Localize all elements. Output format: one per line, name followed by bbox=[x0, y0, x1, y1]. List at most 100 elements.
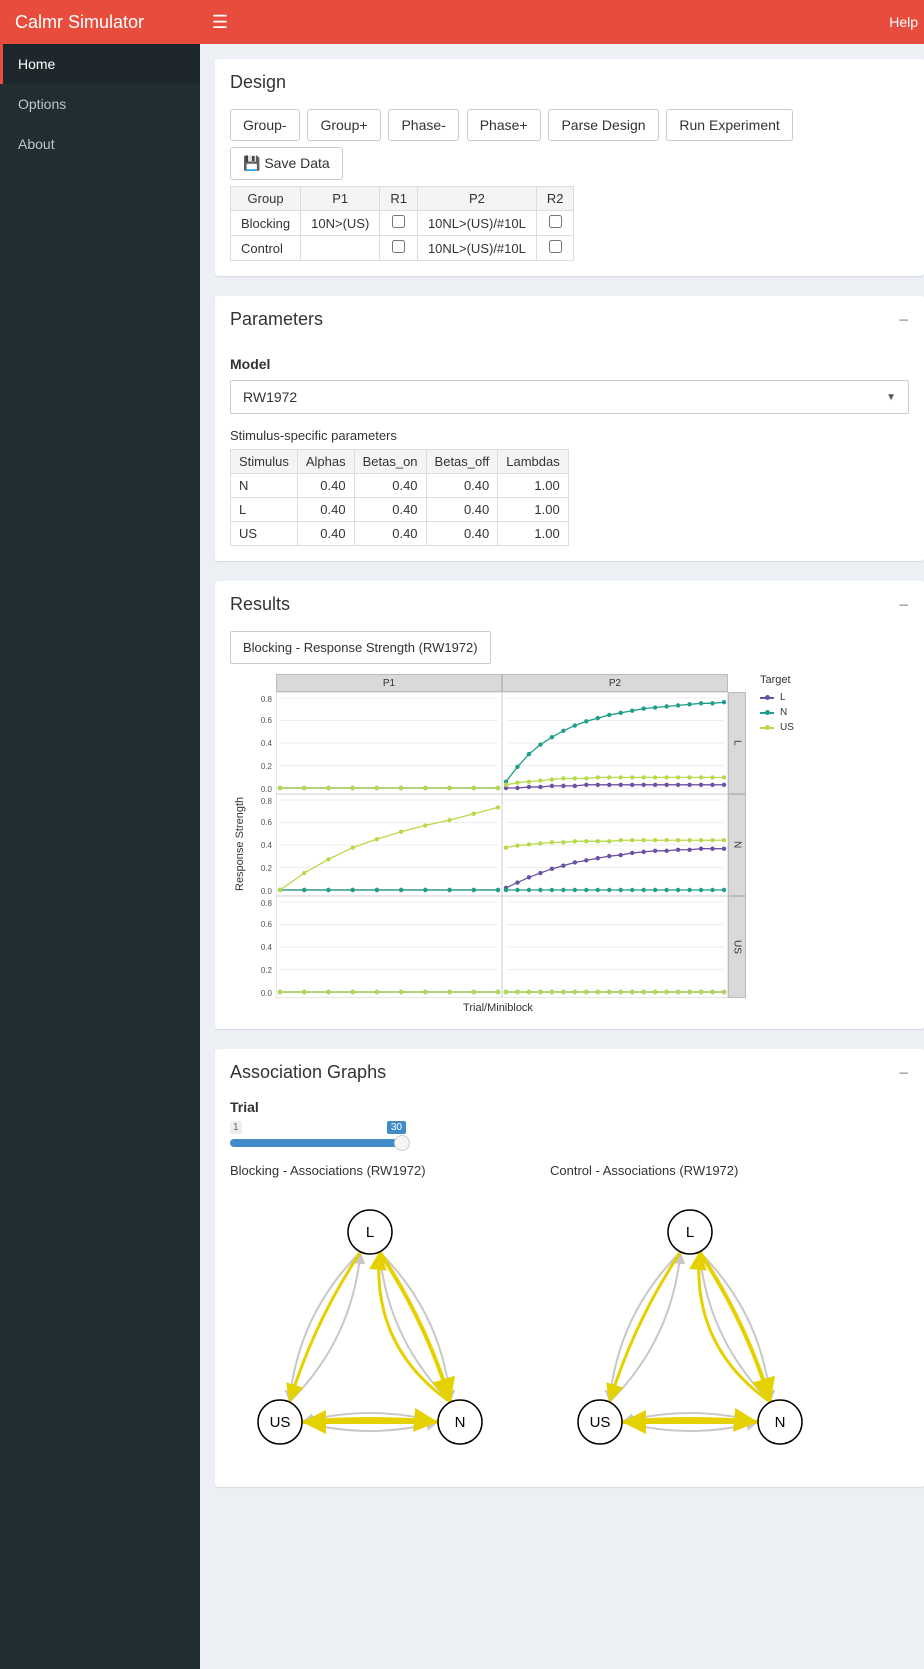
chart-panel bbox=[502, 692, 728, 794]
parse-design-button[interactable]: Parse Design bbox=[548, 109, 658, 141]
lambda-cell[interactable]: 1.00 bbox=[498, 474, 568, 498]
beta-on-cell[interactable]: 0.40 bbox=[354, 498, 426, 522]
phase-plus-button[interactable]: Phase+ bbox=[467, 109, 541, 141]
lambda-cell[interactable]: 1.00 bbox=[498, 522, 568, 546]
beta-on-cell[interactable]: 0.40 bbox=[354, 474, 426, 498]
table-row: Blocking 10N>(US) 10NL>(US)/#10L bbox=[231, 211, 574, 236]
design-title: Design bbox=[230, 72, 286, 93]
chart-panel bbox=[276, 794, 502, 896]
model-value: RW1972 bbox=[243, 389, 297, 405]
beta-on-cell[interactable]: 0.40 bbox=[354, 522, 426, 546]
topbar: Calmr Simulator ☰ Help bbox=[0, 0, 924, 44]
sidebar-item-home[interactable]: Home bbox=[0, 44, 200, 84]
svg-text:0.4: 0.4 bbox=[261, 943, 273, 952]
p2-cell[interactable]: 10NL>(US)/#10L bbox=[417, 236, 536, 261]
legend-item: US bbox=[760, 722, 794, 733]
results-selector[interactable]: Blocking - Response Strength (RW1972) bbox=[230, 631, 491, 664]
trial-slider-block: Trial 1 30 bbox=[230, 1099, 909, 1145]
beta-off-cell[interactable]: 0.40 bbox=[426, 522, 498, 546]
sidebar-item-about[interactable]: About bbox=[0, 124, 200, 164]
results-panel: Results − Blocking - Response Strength (… bbox=[215, 581, 924, 1029]
col-lambdas: Lambdas bbox=[498, 450, 568, 474]
group-cell[interactable]: Control bbox=[231, 236, 301, 261]
col-p1: P1 bbox=[301, 187, 380, 211]
design-table: Group P1 R1 P2 R2 Blocking 10N>(US) 10NL… bbox=[230, 186, 574, 261]
svg-text:0.8: 0.8 bbox=[261, 899, 273, 908]
svg-text:0.8: 0.8 bbox=[261, 695, 273, 704]
design-panel: Design Group- Group+ Phase- Phase+ Parse… bbox=[215, 59, 924, 276]
svg-text:0.0: 0.0 bbox=[261, 887, 273, 896]
svg-text:0.4: 0.4 bbox=[261, 841, 273, 850]
alpha-cell[interactable]: 0.40 bbox=[297, 474, 354, 498]
facet-col-p1: P1 bbox=[276, 674, 502, 692]
results-title: Results bbox=[230, 594, 290, 615]
alpha-cell[interactable]: 0.40 bbox=[297, 498, 354, 522]
help-link[interactable]: Help bbox=[889, 14, 924, 30]
graph-title: Control - Associations (RW1972) bbox=[550, 1163, 840, 1178]
slider-handle[interactable] bbox=[394, 1135, 410, 1151]
association-graph: Control - Associations (RW1972) L US N bbox=[550, 1163, 840, 1472]
collapse-icon[interactable]: − bbox=[898, 596, 909, 614]
facet-row-l: L bbox=[728, 692, 746, 794]
design-toolbar: Group- Group+ Phase- Phase+ Parse Design… bbox=[230, 109, 909, 186]
svg-text:L: L bbox=[686, 1224, 694, 1241]
assoc-svg: LUSN bbox=[230, 1192, 510, 1472]
col-r1: R1 bbox=[380, 187, 418, 211]
svg-text:0.6: 0.6 bbox=[261, 920, 273, 929]
stim-cell[interactable]: L bbox=[231, 498, 298, 522]
alpha-cell[interactable]: 0.40 bbox=[297, 522, 354, 546]
trial-slider[interactable]: 1 30 bbox=[230, 1121, 410, 1145]
caret-down-icon: ▼ bbox=[886, 392, 896, 403]
svg-text:0.0: 0.0 bbox=[261, 785, 273, 794]
r2-checkbox[interactable] bbox=[549, 240, 562, 253]
save-data-button[interactable]: 💾 Save Data bbox=[230, 147, 343, 180]
sidebar-toggle[interactable]: ☰ bbox=[200, 12, 240, 33]
phase-minus-button[interactable]: Phase- bbox=[388, 109, 458, 141]
chart-panel bbox=[276, 896, 502, 998]
svg-text:US: US bbox=[590, 1414, 611, 1431]
collapse-icon[interactable]: − bbox=[898, 1064, 909, 1082]
p1-cell[interactable] bbox=[301, 236, 380, 261]
chart-legend: Target L N US bbox=[746, 674, 794, 1014]
lambda-cell[interactable]: 1.00 bbox=[498, 498, 568, 522]
stim-cell[interactable]: N bbox=[231, 474, 298, 498]
save-icon: 💾 bbox=[243, 155, 260, 171]
y-axis-label: Response Strength bbox=[230, 674, 250, 1014]
content: Design Group- Group+ Phase- Phase+ Parse… bbox=[200, 44, 924, 1669]
col-r2: R2 bbox=[536, 187, 574, 211]
sidebar: Home Options About bbox=[0, 44, 200, 1669]
stim-cell[interactable]: US bbox=[231, 522, 298, 546]
sidebar-item-options[interactable]: Options bbox=[0, 84, 200, 124]
beta-off-cell[interactable]: 0.40 bbox=[426, 498, 498, 522]
assoc-svg: L US N bbox=[550, 1192, 830, 1472]
svg-text:N: N bbox=[775, 1414, 786, 1431]
svg-text:0.2: 0.2 bbox=[261, 762, 273, 771]
r1-checkbox[interactable] bbox=[392, 240, 405, 253]
group-plus-button[interactable]: Group+ bbox=[307, 109, 380, 141]
group-minus-button[interactable]: Group- bbox=[230, 109, 300, 141]
model-select[interactable]: RW1972 ▼ bbox=[230, 380, 909, 414]
results-chart: Response Strength P1 P2 0.00.20.40.60.8 bbox=[230, 674, 909, 1014]
beta-off-cell[interactable]: 0.40 bbox=[426, 474, 498, 498]
param-note: Stimulus-specific parameters bbox=[230, 428, 909, 443]
col-p2: P2 bbox=[417, 187, 536, 211]
association-title: Association Graphs bbox=[230, 1062, 386, 1083]
svg-text:US: US bbox=[270, 1414, 291, 1431]
r1-checkbox[interactable] bbox=[392, 215, 405, 228]
chart-panel bbox=[502, 794, 728, 896]
svg-text:0.2: 0.2 bbox=[261, 864, 273, 873]
association-panel: Association Graphs − Trial 1 30 Blocking… bbox=[215, 1049, 924, 1487]
run-experiment-button[interactable]: Run Experiment bbox=[666, 109, 792, 141]
table-row: US 0.40 0.40 0.40 1.00 bbox=[231, 522, 569, 546]
p2-cell[interactable]: 10NL>(US)/#10L bbox=[417, 211, 536, 236]
p1-cell[interactable]: 10N>(US) bbox=[301, 211, 380, 236]
parameters-panel: Parameters − Model RW1972 ▼ Stimulus-spe… bbox=[215, 296, 924, 561]
params-table: Stimulus Alphas Betas_on Betas_off Lambd… bbox=[230, 449, 569, 546]
col-stimulus: Stimulus bbox=[231, 450, 298, 474]
facet-row-us: US bbox=[728, 896, 746, 998]
legend-item: L bbox=[760, 692, 794, 703]
group-cell[interactable]: Blocking bbox=[231, 211, 301, 236]
graph-title: Blocking - Associations (RW1972) bbox=[230, 1163, 520, 1178]
r2-checkbox[interactable] bbox=[549, 215, 562, 228]
collapse-icon[interactable]: − bbox=[898, 311, 909, 329]
